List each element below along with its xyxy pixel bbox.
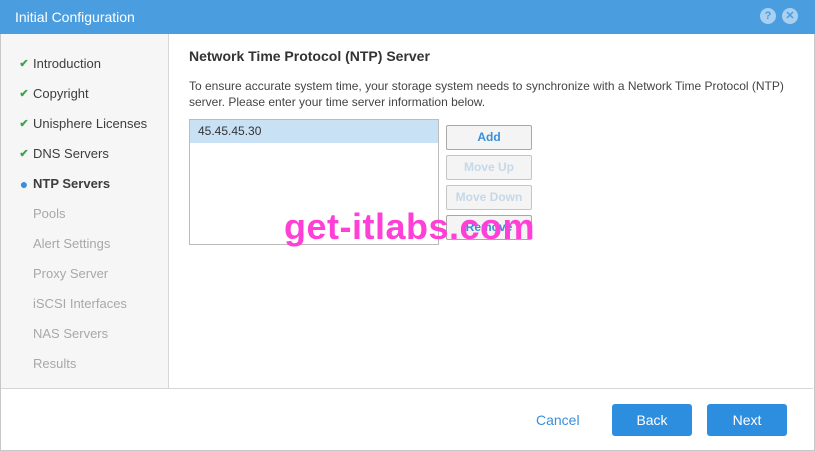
list-item[interactable]: 45.45.45.30 — [190, 120, 438, 143]
server-address: 45.45.45.30 — [198, 124, 262, 138]
step-copyright[interactable]: ✔ Copyright — [1, 83, 168, 105]
title-bar: Initial Configuration ? ✕ — [0, 0, 815, 34]
current-step-bullet-icon: ● — [19, 176, 29, 192]
step-label: Proxy Server — [33, 266, 109, 281]
step-label: Alert Settings — [33, 236, 111, 251]
check-icon: ✔ — [19, 148, 29, 160]
check-icon: ✔ — [19, 118, 29, 130]
move-up-button[interactable]: Move Up — [446, 155, 532, 180]
page-title: Network Time Protocol (NTP) Server — [189, 48, 430, 64]
step-nas-servers: NAS Servers — [1, 323, 168, 345]
check-icon: ✔ — [19, 58, 29, 70]
step-dns-servers[interactable]: ✔ DNS Servers — [1, 143, 168, 165]
step-label: Introduction — [33, 56, 101, 71]
step-label: Unisphere Licenses — [33, 116, 148, 131]
step-label: iSCSI Interfaces — [33, 296, 127, 311]
step-iscsi-interfaces: iSCSI Interfaces — [1, 293, 168, 315]
close-icon[interactable]: ✕ — [782, 8, 798, 24]
help-icon[interactable]: ? — [760, 8, 776, 24]
step-label: NAS Servers — [33, 326, 109, 341]
check-icon: ✔ — [19, 88, 29, 100]
step-pools: Pools — [1, 203, 168, 225]
step-label: Pools — [33, 206, 66, 221]
step-label: NTP Servers — [33, 176, 111, 191]
step-label: Copyright — [33, 86, 89, 101]
step-ntp-servers[interactable]: ● NTP Servers — [1, 173, 168, 195]
step-results: Results — [1, 353, 168, 375]
step-unisphere-licenses[interactable]: ✔ Unisphere Licenses — [1, 113, 168, 135]
page-description: To ensure accurate system time, your sto… — [189, 79, 784, 109]
next-button[interactable]: Next — [707, 404, 787, 436]
step-alert-settings: Alert Settings — [1, 233, 168, 255]
step-proxy-server: Proxy Server — [1, 263, 168, 285]
watermark-text: get-itlabs.com — [284, 206, 536, 247]
step-label: DNS Servers — [33, 146, 109, 161]
back-button[interactable]: Back — [612, 404, 692, 436]
cancel-link[interactable]: Cancel — [536, 412, 580, 428]
wizard-steps-sidebar: ✔ Introduction ✔ Copyright ✔ Unisphere L… — [1, 34, 169, 388]
step-introduction[interactable]: ✔ Introduction — [1, 53, 168, 75]
step-label: Results — [33, 356, 77, 371]
window-title: Initial Configuration — [15, 9, 135, 25]
add-button[interactable]: Add — [446, 125, 532, 150]
footer-divider — [1, 388, 813, 389]
